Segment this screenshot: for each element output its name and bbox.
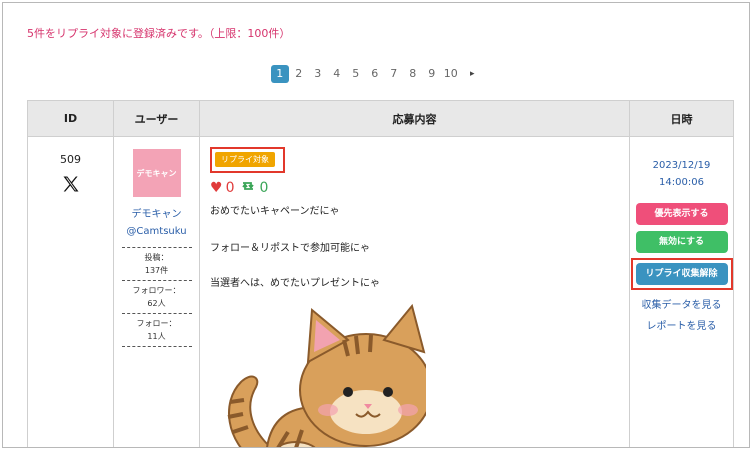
page-3[interactable]: 3 xyxy=(309,65,327,83)
user-name-link[interactable]: デモキャン xyxy=(114,205,199,220)
page-7[interactable]: 7 xyxy=(385,65,403,83)
posts-value: 137件 xyxy=(144,266,169,275)
following-value: 11人 xyxy=(147,332,166,341)
release-reply-collection-button[interactable]: リプライ収集解除 xyxy=(635,263,728,285)
entry-id: 509 xyxy=(60,153,81,166)
followers-value: 62人 xyxy=(147,299,166,308)
page-2[interactable]: 2 xyxy=(290,65,308,83)
page-4[interactable]: 4 xyxy=(328,65,346,83)
page-6[interactable]: 6 xyxy=(366,65,384,83)
prioritize-button[interactable]: 優先表示する xyxy=(635,203,728,225)
table-row: 509 デモキャン デモキャン @Camtsuku 投稿： 137件 フォロワー… xyxy=(27,136,734,447)
table-header-row: ID ユーザー 応募内容 日時 xyxy=(27,100,734,137)
header-content: 応募内容 xyxy=(199,100,630,137)
cell-content: リプライ対象 ♥ 0 0 おめでたいキャペーンだにゃ フォロー＆リポストで参加可… xyxy=(199,136,630,447)
posts-label: 投稿： xyxy=(144,253,169,262)
page-5[interactable]: 5 xyxy=(347,65,365,83)
retweet-icon xyxy=(240,179,256,196)
x-logo-icon xyxy=(63,176,78,192)
registration-notice: 5件をリプライ対象に登録済みです。（上限：100件） xyxy=(27,27,291,40)
reply-target-badge: リプライ対象 xyxy=(215,152,275,167)
following-label: フォロー： xyxy=(136,319,177,328)
cat-illustration xyxy=(227,303,426,447)
entries-table: ID ユーザー 応募内容 日時 509 デモキャン デモキャン @Camtsuk… xyxy=(27,100,734,447)
retweet-arrows-icon xyxy=(242,182,255,190)
post-line-2: フォロー＆リポストで参加可能にゃ xyxy=(210,243,370,254)
entry-date: 2023/12/19 xyxy=(652,160,711,171)
entry-time: 14:00:06 xyxy=(659,177,704,188)
posts-stat: 投稿： 137件 xyxy=(121,248,192,281)
view-report-link[interactable]: レポートを見る xyxy=(630,317,733,332)
following-stat: フォロー： 11人 xyxy=(121,314,192,347)
post-line-1: おめでたいキャペーンだにゃ xyxy=(210,206,340,217)
header-date: 日時 xyxy=(629,100,734,137)
user-handle-link[interactable]: @Camtsuku xyxy=(114,226,199,237)
page-10[interactable]: 10 xyxy=(442,65,460,83)
header-user: ユーザー xyxy=(113,100,200,137)
next-page-arrow-icon[interactable]: ▸ xyxy=(463,65,481,83)
cell-user: デモキャン デモキャン @Camtsuku 投稿： 137件 フォロワー： 62… xyxy=(113,136,200,447)
followers-label: フォロワー： xyxy=(132,286,181,295)
reactions: ♥ 0 0 xyxy=(210,179,621,196)
user-stats: 投稿： 137件 フォロワー： 62人 フォロー： 11人 xyxy=(121,247,192,347)
cell-date: 2023/12/19 14:00:06 優先表示する 無効にする リプライ収集解… xyxy=(629,136,734,447)
reply-release-highlight: リプライ収集解除 xyxy=(630,258,733,290)
avatar[interactable]: デモキャン xyxy=(132,149,181,197)
page-8[interactable]: 8 xyxy=(404,65,422,83)
page-frame: 5件をリプライ対象に登録済みです。（上限：100件） 1 2 3 4 5 6 7… xyxy=(2,2,750,448)
view-collected-data-link[interactable]: 収集データを見る xyxy=(630,296,733,311)
like-count: 0 xyxy=(225,179,235,196)
retweet-count: 0 xyxy=(259,179,269,196)
post-line-3: 当選者へは、めでたいプレゼントにゃ xyxy=(210,278,380,289)
cell-id: 509 xyxy=(27,136,114,447)
pagination: 1 2 3 4 5 6 7 8 9 10 ▸ xyxy=(3,65,749,83)
reply-target-highlight: リプライ対象 xyxy=(210,147,285,173)
followers-stat: フォロワー： 62人 xyxy=(121,281,192,314)
page-1[interactable]: 1 xyxy=(270,65,289,83)
page-9[interactable]: 9 xyxy=(423,65,441,83)
disable-button[interactable]: 無効にする xyxy=(635,231,728,253)
header-id: ID xyxy=(27,100,114,137)
heart-icon: ♥ xyxy=(210,179,223,196)
